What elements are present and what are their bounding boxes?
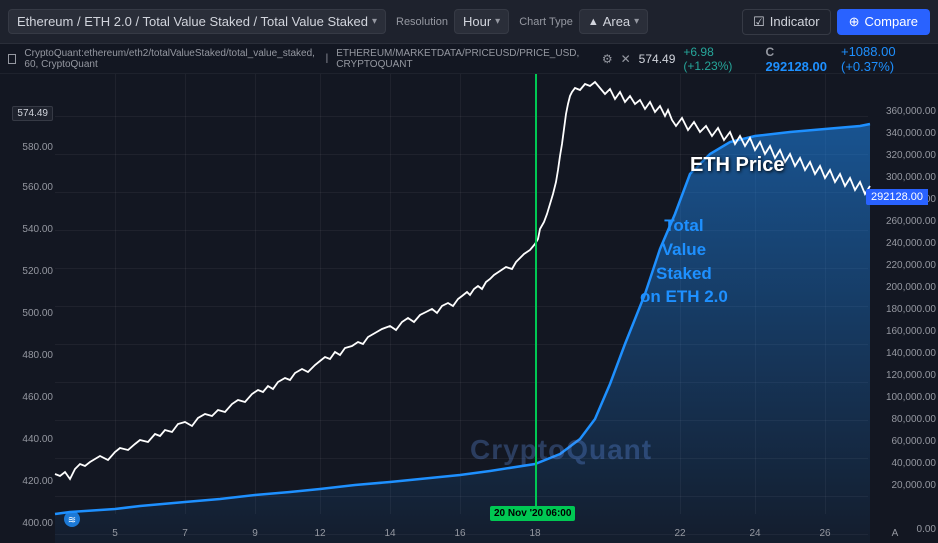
y-right-2: 340,000.00 (886, 128, 936, 139)
chart-type-icon: ▲ (588, 16, 599, 28)
y-left-4: 520.00 (22, 266, 53, 277)
y-right-19: 0.00 (917, 524, 936, 535)
indicator-label: Indicator (770, 14, 820, 29)
y-right-9: 200,000.00 (886, 282, 936, 293)
green-line-date: 20 Nov '20 06:00 (490, 506, 575, 521)
c-label: C (766, 45, 775, 59)
y-right-1: 360,000.00 (886, 106, 936, 117)
x-label-9: 9 (252, 528, 258, 539)
x-label-22: 22 (674, 528, 685, 539)
y-right-18: 20,000.00 (892, 480, 937, 491)
y-axis-left: 574.49 580.00 560.00 540.00 520.00 500.0… (0, 104, 55, 534)
chart-type-chevron: ▾ (634, 16, 639, 27)
x-axis: 5 7 9 12 14 16 18 22 24 26 A (55, 521, 866, 541)
c-value: C 292128.00 (766, 44, 827, 74)
resolution-value: Hour (463, 14, 491, 29)
resolution-chevron: ▾ (495, 16, 500, 27)
legend-square (8, 54, 16, 64)
y-right-16: 60,000.00 (892, 436, 937, 447)
y-left-5: 500.00 (22, 308, 53, 319)
x-label-5: 5 (112, 528, 118, 539)
symbol-dropdown[interactable]: Ethereum / ETH 2.0 / Total Value Staked … (8, 9, 386, 34)
indicator-checkbox: ☑ (753, 14, 765, 30)
y-right-11: 160,000.00 (886, 326, 936, 337)
symbol-label: Ethereum / ETH 2.0 / Total Value Staked … (17, 14, 368, 29)
settings-icon[interactable]: ⚙ (602, 52, 613, 66)
chart-svg: ≋ (0, 74, 938, 543)
y-right-7: 240,000.00 (886, 238, 936, 249)
x-label-7: 7 (182, 528, 188, 539)
chart-type-section-label: Chart Type (519, 16, 573, 28)
y-left-3: 540.00 (22, 224, 53, 235)
y-right-12: 140,000.00 (886, 348, 936, 359)
compare-label: Compare (865, 14, 918, 29)
y-left-2: 560.00 (22, 182, 53, 193)
price-change: +6.98 (+1.23%) (683, 45, 749, 73)
resolution-dropdown[interactable]: Hour ▾ (454, 9, 509, 34)
top-bar: Ethereum / ETH 2.0 / Total Value Staked … (0, 0, 938, 44)
x-label-12: 12 (314, 528, 325, 539)
y-right-4: 300,000.00 (886, 172, 936, 183)
y-right-13: 120,000.00 (886, 370, 936, 381)
info-bar: CryptoQuant:ethereum/eth2/totalValueStak… (0, 44, 938, 74)
y-right-6: 260,000.00 (886, 216, 936, 227)
y-left-8: 440.00 (22, 434, 53, 445)
y-right-14: 100,000.00 (886, 392, 936, 403)
x-label-16: 16 (454, 528, 465, 539)
price-badge-right: 292128.00 (866, 189, 928, 205)
chart-type-dropdown[interactable]: ▲ Area ▾ (579, 9, 648, 34)
current-price-left-badge: 574.49 (12, 106, 53, 121)
y-left-7: 460.00 (22, 392, 53, 403)
y-axis-right: 360,000.00 340,000.00 320,000.00 300,000… (866, 104, 938, 534)
resolution-section-label: Resolution (396, 16, 448, 28)
y-left-1: 580.00 (22, 142, 53, 153)
watermark: CryptoQuant (470, 434, 652, 466)
y-left-6: 480.00 (22, 350, 53, 361)
x-label-26: 26 (819, 528, 830, 539)
y-right-3: 320,000.00 (886, 150, 936, 161)
y-left-9: 420.00 (22, 476, 53, 487)
legend-series: CryptoQuant:ethereum/eth2/totalValueStak… (24, 48, 317, 70)
x-label-14: 14 (384, 528, 395, 539)
y-right-10: 180,000.00 (886, 304, 936, 315)
y-right-8: 220,000.00 (886, 260, 936, 271)
indicator-button[interactable]: ☑ Indicator (742, 9, 831, 35)
y-right-17: 40,000.00 (892, 458, 937, 469)
symbol2: ETHEREUM/MARKETDATA/PRICEUSD/PRICE_USD, … (336, 48, 594, 70)
symbol-chevron: ▾ (372, 16, 377, 27)
c-price: 292128.00 (766, 59, 827, 74)
x-label-18: 18 (529, 528, 540, 539)
separator1: | (326, 53, 329, 64)
y-left-10: 400.00 (22, 518, 53, 529)
c-change: +1088.00 (+0.37%) (841, 44, 930, 74)
chart-container: CryptoQuant:ethereum/eth2/totalValueStak… (0, 44, 938, 543)
compare-icon: ⊕ (849, 14, 860, 30)
tvs-label: Total Value Staked on ETH 2.0 (640, 214, 728, 309)
close-icon[interactable]: ✕ (621, 52, 631, 66)
y-right-15: 80,000.00 (892, 414, 937, 425)
eth-price-label: ETH Price (690, 154, 784, 177)
compare-button[interactable]: ⊕ Compare (837, 9, 930, 35)
chart-type-value: Area (603, 14, 630, 29)
x-label-24: 24 (749, 528, 760, 539)
x-label-a: A (892, 528, 899, 539)
price-display: 574.49 (639, 52, 676, 66)
